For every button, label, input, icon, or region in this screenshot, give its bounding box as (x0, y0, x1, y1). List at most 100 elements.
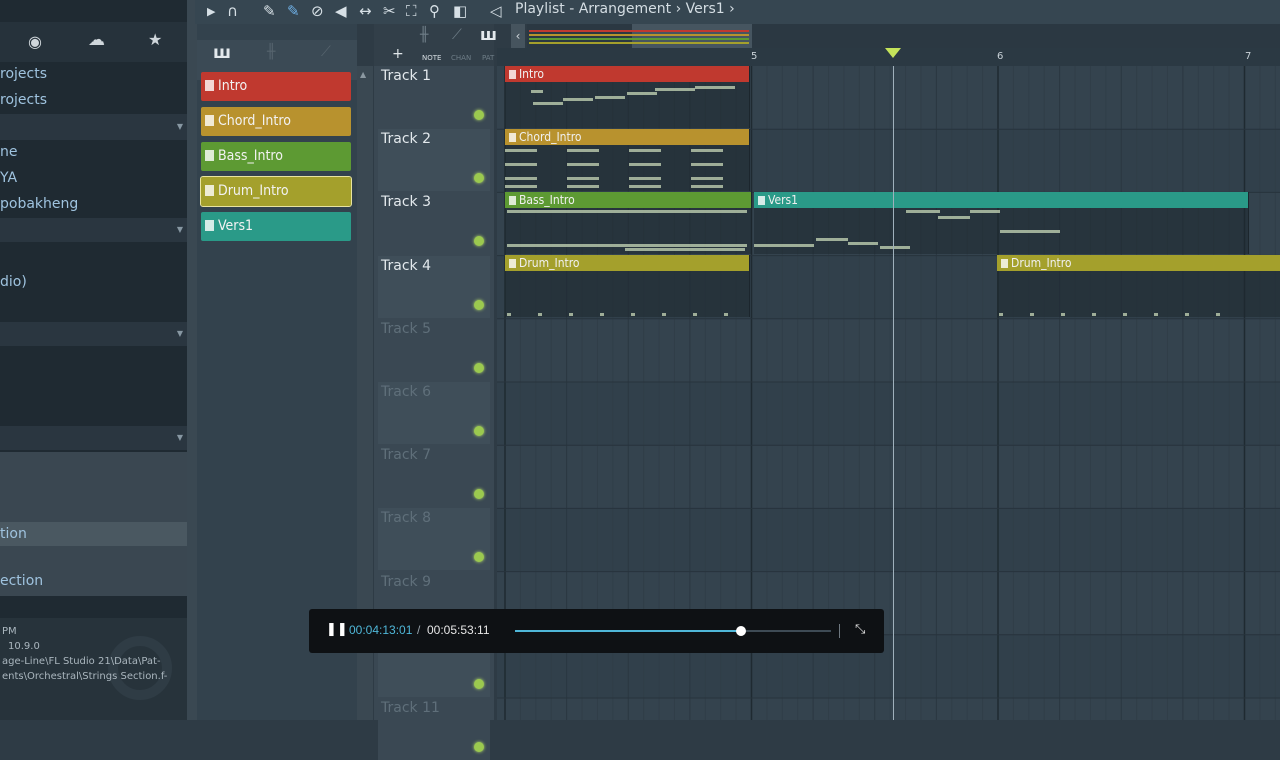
speaker-icon[interactable]: ◁ (490, 2, 502, 20)
note-button[interactable]: NOTE (422, 54, 441, 62)
audio-icon[interactable]: ╫ (267, 44, 275, 60)
play-arrow-icon[interactable]: ▶ (207, 5, 215, 18)
automation-icon[interactable]: ⟋ (321, 44, 331, 60)
note-mark (507, 313, 511, 316)
clip-header[interactable]: Chord_Intro (505, 129, 749, 145)
track-name: Track 11 (381, 700, 440, 716)
pattern-item[interactable]: Bass_Intro (201, 142, 351, 171)
clip-header[interactable]: Drum_Intro (997, 255, 1280, 271)
track-lane[interactable] (497, 318, 1280, 382)
divider (839, 624, 840, 638)
playlist-clip[interactable]: Bass_Intro (505, 192, 752, 254)
browser-info-line: age-Line\FL Studio 21\Data\Pat- (2, 656, 161, 667)
overview-window[interactable] (632, 24, 752, 48)
track-lane[interactable] (497, 698, 1280, 720)
clip-header[interactable]: Drum_Intro (505, 255, 749, 271)
browser-item[interactable]: dio) (0, 274, 27, 290)
playback-icon[interactable]: ◧ (453, 2, 467, 20)
pattern-item[interactable]: Chord_Intro (201, 107, 351, 136)
track-header[interactable]: Track 5 (378, 318, 490, 381)
audio-wave-icon[interactable]: ╫ (420, 27, 428, 43)
browser-item[interactable]: rojects (0, 66, 47, 82)
track-enable-led[interactable] (474, 362, 484, 373)
track-enable-led[interactable] (474, 742, 484, 752)
note-mark (691, 185, 723, 188)
track-enable-led[interactable] (474, 678, 484, 689)
track-enable-led[interactable] (474, 236, 484, 247)
scroll-left-icon[interactable]: ‹ (511, 24, 525, 48)
piano-icon[interactable]: ш (213, 43, 231, 63)
zoom-icon[interactable]: ⚲ (429, 2, 440, 20)
pattern-item[interactable]: Drum_Intro (200, 176, 352, 207)
clip-pattern-icon (1001, 259, 1008, 268)
browser-splitter[interactable] (187, 0, 197, 720)
pat-button[interactable]: PAT (482, 54, 494, 62)
select-icon[interactable]: ⛶ (406, 2, 417, 20)
pencil-icon[interactable]: ✎ (263, 2, 276, 20)
track-header[interactable]: Track 8 (378, 508, 490, 571)
magnet-icon[interactable]: ∩ (227, 2, 238, 20)
track-enable-led[interactable] (474, 426, 484, 436)
globe-icon[interactable]: ◉ (28, 32, 42, 51)
current-pattern[interactable]: Vers1 (686, 1, 725, 17)
track-enable-led[interactable] (474, 552, 484, 563)
track-name: Track 1 (381, 68, 431, 84)
pattern-item[interactable]: Intro (201, 72, 351, 101)
track-enable-led[interactable] (474, 299, 484, 310)
add-icon[interactable]: + (392, 46, 404, 62)
playlist-clip[interactable]: Drum_Intro (997, 255, 1280, 317)
piano-roll-icon[interactable]: ш (480, 25, 497, 44)
mute-icon[interactable]: ◀ (335, 2, 347, 20)
track-enable-led[interactable] (474, 489, 484, 500)
track-lane[interactable] (497, 508, 1280, 572)
browser-selected-row[interactable] (0, 522, 187, 546)
track-header[interactable]: Track 11 (378, 698, 490, 760)
seek-knob[interactable] (735, 626, 746, 636)
slice-icon[interactable]: ✂ (383, 2, 396, 20)
pattern-item[interactable]: Vers1 (201, 212, 351, 241)
slip-icon[interactable]: ↔ (359, 2, 372, 20)
browser-item[interactable]: ection (0, 573, 43, 589)
track-lane[interactable] (497, 445, 1280, 509)
track-header[interactable]: Track 3 (378, 192, 490, 255)
playlist-clip[interactable]: Chord_Intro (505, 129, 750, 191)
arrangement-overview[interactable]: ‹ (511, 24, 1280, 48)
playlist-clip[interactable]: Intro (505, 66, 750, 128)
clip-notes (754, 208, 1248, 254)
playlist-clip[interactable]: Vers1 (754, 192, 1249, 254)
playlist-clip[interactable]: Drum_Intro (505, 255, 750, 317)
track-enable-led[interactable] (474, 110, 484, 120)
note-mark (691, 149, 723, 152)
track-enable-led[interactable] (474, 173, 484, 184)
cloud-icon[interactable]: ☁ (88, 30, 105, 50)
delete-icon[interactable]: ⊘ (311, 2, 324, 20)
pause-icon[interactable]: ❚❚ (326, 622, 348, 637)
track-header[interactable]: Track 6 (378, 382, 490, 444)
curve-icon[interactable]: ⟋ (452, 27, 462, 43)
track-name: Track 5 (381, 320, 431, 337)
browser-folder-band: ▼ (0, 322, 187, 346)
clip-pattern-icon (509, 70, 516, 79)
song-position-marker[interactable] (885, 48, 901, 58)
timeline-ruler[interactable]: 5 6 7 (497, 48, 1280, 66)
clip-header[interactable]: Bass_Intro (505, 192, 751, 208)
track-header[interactable]: Track 1 (378, 66, 490, 128)
chan-button[interactable]: CHAN (451, 54, 471, 62)
clip-header[interactable]: Vers1 (754, 192, 1248, 208)
brush-icon[interactable]: ✎ (287, 2, 300, 20)
pattern-icon (205, 150, 214, 161)
star-icon[interactable]: ★ (148, 30, 162, 49)
exit-fullscreen-icon[interactable]: ⤡ (855, 622, 865, 637)
browser-item[interactable]: tion (0, 526, 27, 542)
browser-item[interactable]: pobakheng (0, 196, 78, 212)
browser-item[interactable]: YA (0, 170, 17, 186)
track-header[interactable]: Track 7 (378, 445, 490, 508)
seek-bar[interactable] (515, 626, 831, 636)
track-header[interactable]: Track 4 (378, 255, 490, 318)
track-lane[interactable] (497, 382, 1280, 446)
breadcrumb-separator: › (675, 1, 682, 17)
track-header[interactable]: Track 2 (378, 129, 490, 192)
browser-item[interactable]: ne (0, 144, 18, 160)
browser-item[interactable]: rojects (0, 92, 47, 108)
clip-header[interactable]: Intro (505, 66, 749, 82)
